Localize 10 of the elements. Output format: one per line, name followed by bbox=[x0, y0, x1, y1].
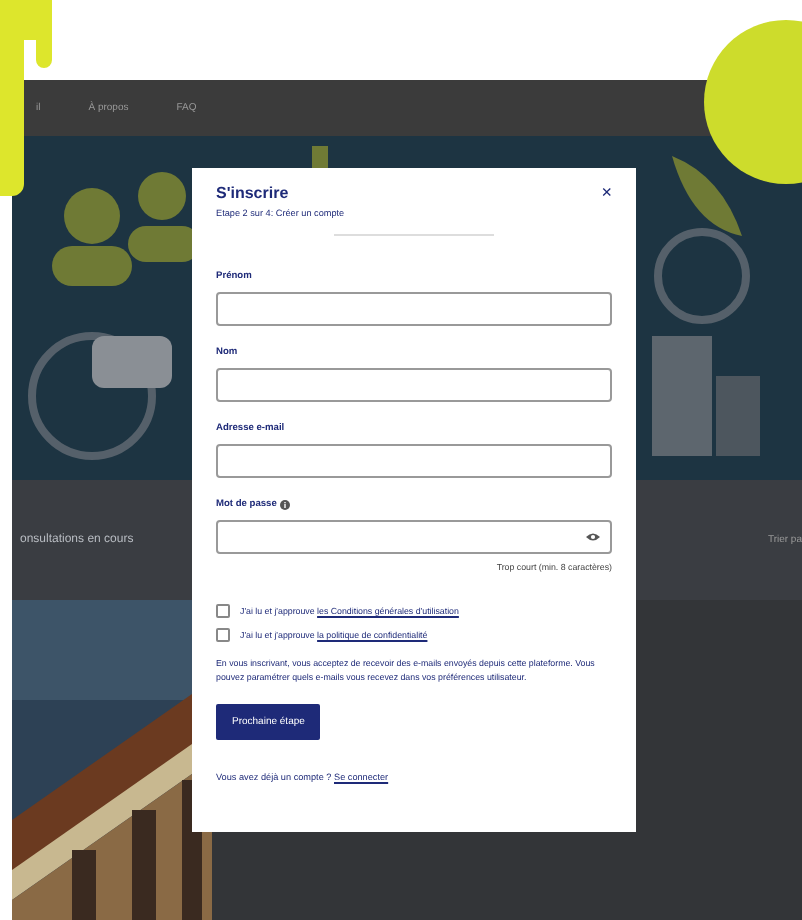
input-field[interactable] bbox=[216, 292, 612, 326]
input-field[interactable] bbox=[216, 520, 612, 554]
checkbox[interactable] bbox=[216, 604, 230, 618]
input-field[interactable] bbox=[216, 444, 612, 478]
checkbox[interactable] bbox=[216, 628, 230, 642]
close-button[interactable]: × bbox=[601, 184, 612, 202]
info-icon[interactable] bbox=[280, 500, 291, 510]
dialog-title: S'inscrire bbox=[216, 184, 289, 202]
input-field[interactable] bbox=[216, 368, 612, 402]
eye-icon[interactable] bbox=[586, 532, 600, 542]
